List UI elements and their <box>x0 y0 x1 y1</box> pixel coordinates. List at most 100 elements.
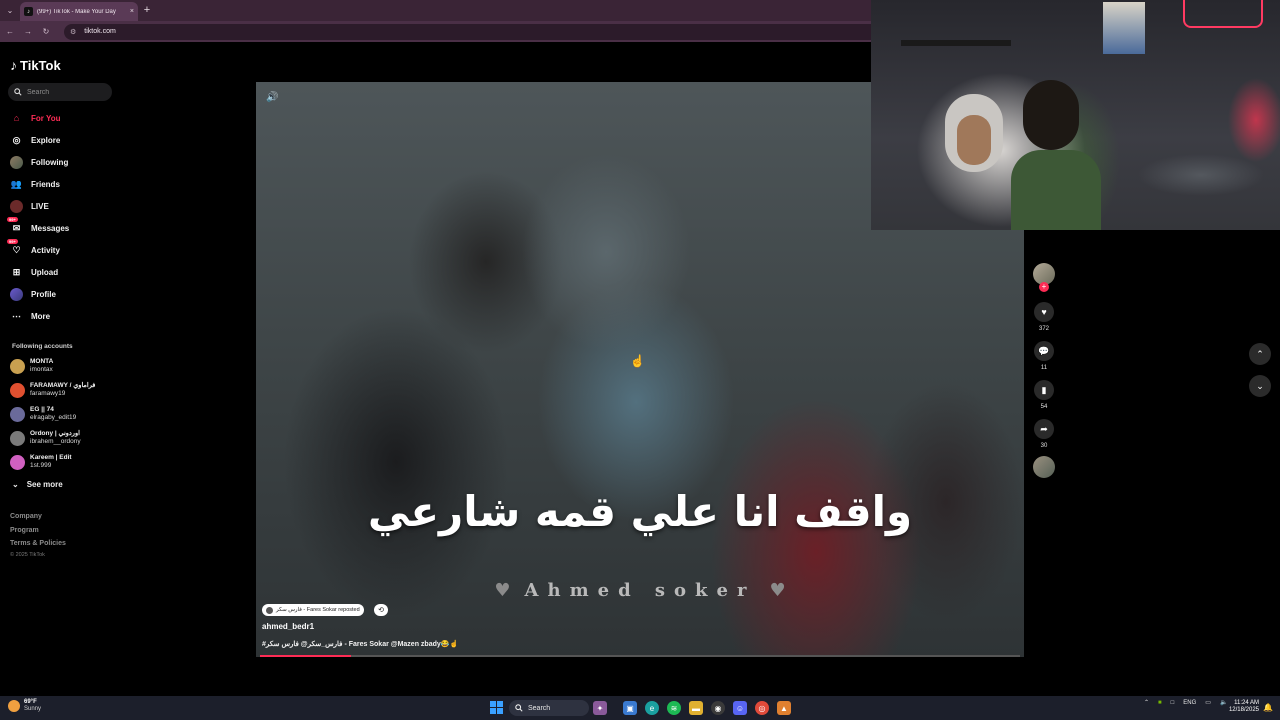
nav-following[interactable]: Following <box>10 153 68 171</box>
tiktok-favicon-icon: ♪ <box>24 7 33 16</box>
app-icon[interactable]: ▲ <box>777 701 791 715</box>
windows-start-icon[interactable] <box>490 701 503 714</box>
nav-activity[interactable]: ♡ 99+ Activity <box>7 238 60 259</box>
see-more-label: See more <box>26 480 63 489</box>
tab-close-icon[interactable]: × <box>130 8 134 15</box>
wall-poster <box>1103 2 1145 54</box>
chevron-up-icon[interactable]: ⌃ <box>1144 699 1149 706</box>
account-name: EG || 74 <box>30 406 54 413</box>
system-tray: ⌃ ■ □ ENG ▭ 🔈 <box>1144 699 1227 707</box>
home-icon: ⌂ <box>13 113 20 123</box>
browser-tab[interactable]: ♪ (99+) TikTok - Make Your Day × <box>20 2 138 21</box>
nav-live[interactable]: LIVE <box>10 197 49 215</box>
avatar <box>10 358 25 374</box>
hand-cursor-icon: ☝ <box>630 354 645 368</box>
save-button[interactable]: ▮ 54 <box>1033 380 1055 410</box>
new-tab-button[interactable]: + <box>141 3 153 17</box>
edge-browser-icon[interactable]: e <box>645 701 659 715</box>
app-tray-icon[interactable]: □ <box>1171 700 1175 706</box>
file-explorer-icon[interactable]: ▬ <box>689 701 703 715</box>
account-handle: 1st.999 <box>30 462 52 469</box>
task-view-icon[interactable]: ▣ <box>623 701 637 715</box>
following-avatar-icon <box>10 155 23 169</box>
taskbar-clock[interactable]: 11:24 AM 12/18/2025 <box>1225 700 1259 714</box>
footer-link-company[interactable]: Company <box>10 513 42 520</box>
bookmark-icon: ▮ <box>1034 380 1054 400</box>
spotify-icon[interactable]: ≋ <box>667 701 681 715</box>
following-account[interactable]: EG || 74 elragaby_edit19 <box>10 406 76 422</box>
account-name: MONTA <box>30 358 54 365</box>
avatar <box>10 382 25 398</box>
shelf <box>901 40 1011 46</box>
address-bar[interactable]: ⚙ tiktok.com <box>64 23 884 40</box>
weather-widget[interactable]: 69°F Sunny <box>8 699 41 713</box>
search-input[interactable] <box>27 88 107 96</box>
activity-badge: 99+ <box>7 238 18 244</box>
video-progress-bar[interactable] <box>260 655 1020 657</box>
neon-light <box>1183 0 1263 28</box>
search-box[interactable] <box>8 83 112 101</box>
share-button[interactable]: ➦ 30 <box>1033 419 1055 449</box>
account-name: FARAMAWY / فراماوي <box>30 382 96 389</box>
follow-plus-icon[interactable]: + <box>1039 282 1049 292</box>
windows-taskbar <box>0 696 1280 720</box>
language-indicator[interactable]: ENG <box>1183 700 1196 706</box>
video-progress-fill <box>260 655 352 657</box>
footer-link-terms[interactable]: Terms & Policies <box>10 540 66 547</box>
forward-arrow-icon[interactable]: → <box>20 24 36 40</box>
like-button[interactable]: ♥ 372 <box>1033 302 1055 332</box>
nav-messages[interactable]: ✉ 99+ Messages <box>7 216 69 237</box>
following-account[interactable]: FARAMAWY / فراماوي faramawy19 <box>10 382 95 398</box>
discord-icon[interactable]: ☺ <box>733 701 747 715</box>
site-settings-icon[interactable]: ⚙ <box>70 28 76 36</box>
reload-icon[interactable]: ↻ <box>38 24 54 40</box>
back-arrow-icon[interactable]: ← <box>2 24 18 40</box>
nvidia-icon[interactable]: ■ <box>1158 700 1162 706</box>
following-account[interactable]: Kareem | Edit 1st.999 <box>10 454 72 470</box>
video-author[interactable]: ahmed_bedr1 <box>262 622 314 631</box>
volume-icon[interactable]: 🔊 <box>266 92 278 103</box>
network-icon[interactable]: ▭ <box>1205 699 1211 706</box>
tab-search-chevron-icon[interactable]: ⌄ <box>3 4 17 17</box>
nav-friends[interactable]: 👥 Friends <box>10 175 60 193</box>
nav-label: Profile <box>31 289 56 299</box>
messages-badge: 99+ <box>7 216 18 222</box>
weather-temp: 69°F <box>24 699 37 705</box>
webcam-overlay <box>871 0 1280 230</box>
chevron-down-icon: ⌄ <box>12 480 19 489</box>
video-description: #فارس_سكر@ فارس سكر - Fares Sokar @Mazen… <box>262 641 459 648</box>
search-icon <box>14 88 22 96</box>
footer-link-program[interactable]: Program <box>10 527 39 534</box>
notification-bell-icon[interactable]: 🔔 <box>1263 703 1273 712</box>
nav-label: Activity <box>31 245 60 255</box>
nav-label: Following <box>31 157 69 167</box>
like-count: 372 <box>1038 326 1049 332</box>
widgets-icon[interactable]: ✦ <box>593 701 607 715</box>
comment-button[interactable]: 💬 11 <box>1033 341 1055 371</box>
chrome-icon[interactable]: ◎ <box>755 701 769 715</box>
account-handle: faramawy19 <box>30 390 66 397</box>
next-video-button[interactable]: ⌄ <box>1249 375 1271 397</box>
nav-profile[interactable]: Profile <box>10 285 56 303</box>
activity-icon: ♡ 99+ <box>7 238 21 255</box>
child-head <box>1023 80 1079 150</box>
obs-icon[interactable]: ◉ <box>711 701 725 715</box>
nav-upload[interactable]: ⊞ Upload <box>10 263 58 281</box>
comment-icon: 💬 <box>1034 341 1054 361</box>
nav-label: More <box>31 311 51 321</box>
nav-for-you[interactable]: ⌂ For You <box>10 109 61 127</box>
following-account[interactable]: Ordony | اوردوني ibrahem__ordony <box>10 430 81 446</box>
repost-chip[interactable]: فارس سكر - Fares Sokar reposted <box>262 604 364 616</box>
nav-label: LIVE <box>31 201 49 211</box>
taskbar-search-label: Search <box>528 704 551 712</box>
previous-video-button[interactable]: ⌃ <box>1249 343 1271 365</box>
repost-icon[interactable]: ⟲ <box>374 604 388 616</box>
see-more-button[interactable]: ⌄ See more <box>12 480 63 489</box>
following-account[interactable]: MONTA imontax <box>10 358 53 374</box>
tiktok-logo[interactable]: ♪ TikTok <box>10 56 61 74</box>
music-disc-avatar[interactable] <box>1033 456 1055 478</box>
nav-more[interactable]: ⋯ More <box>10 307 50 325</box>
tiktok-note-icon: ♪ <box>10 57 17 73</box>
nav-explore[interactable]: ◎ Explore <box>10 131 61 149</box>
taskbar-search[interactable]: Search <box>509 700 589 716</box>
